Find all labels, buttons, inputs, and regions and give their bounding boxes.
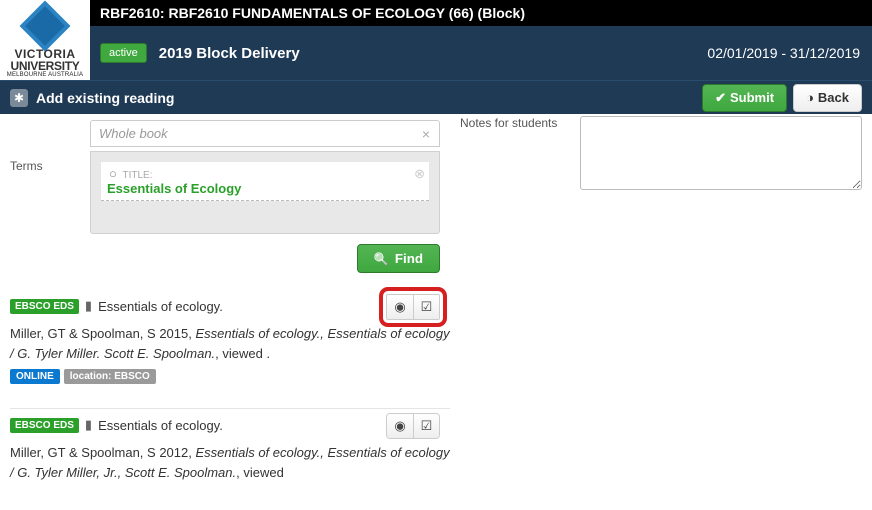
term-value[interactable]: Essentials of Ecology [107,181,241,196]
edit-icon [421,418,433,434]
view-online-button[interactable] [387,295,413,319]
document-label-spacer [10,120,90,147]
book-icon: ▮ [85,417,92,433]
notes-area: Notes for students [460,116,862,273]
date-range: 02/01/2019 - 31/12/2019 [707,45,860,61]
delivery-title: 2019 Block Delivery [159,45,300,62]
globe-icon [394,418,405,434]
edit-icon [421,299,433,315]
search-icon [374,251,389,266]
terms-box: ⊗ ○ TITLE: Essentials of Ecology [90,151,440,234]
location-tag: location: EBSCO [64,369,156,384]
logo-sub: MELBOURNE AUSTRALIA [7,72,84,78]
source-badge: EBSCO EDS [10,299,79,314]
toolbar: ✱ Add existing reading Submit Back [0,80,872,114]
term-chip: ⊗ ○ TITLE: Essentials of Ecology [101,162,429,201]
book-icon: ▮ [85,298,92,314]
back-label: Back [818,90,849,105]
asterisk-icon: ✱ [10,89,28,107]
search-result: EBSCO EDS ▮ Essentials of ecology. Mille… [10,408,450,500]
result-actions [386,294,440,320]
document-select[interactable]: Whole book [90,120,440,147]
terms-label: Terms [10,151,90,234]
notes-label: Notes for students [460,116,570,273]
result-title: Essentials of ecology. [98,299,223,314]
submit-label: Submit [730,90,774,105]
result-actions [386,413,440,439]
find-button[interactable]: Find [357,244,440,273]
submit-button[interactable]: Submit [702,84,787,112]
logo-block: VICTORIA UNIVERSITY MELBOURNE AUSTRALIA [0,0,90,80]
top-bar: RBF2610: RBF2610 FUNDAMENTALS OF ECOLOGY… [0,0,872,26]
select-result-button[interactable] [413,414,439,438]
term-field-label: TITLE: [122,170,152,181]
sub-bar: active 2019 Block Delivery 02/01/2019 - … [0,26,872,80]
search-result: EBSCO EDS ▮ Essentials of ecology. Mille… [10,289,450,402]
document-clear-icon[interactable]: × [422,126,430,142]
citation-text: Miller, GT & Spoolman, S 2015, Essential… [10,324,450,363]
back-icon [806,90,814,105]
toolbar-title: Add existing reading [36,90,174,106]
check-icon [715,90,726,106]
view-online-button[interactable] [387,414,413,438]
logo-line2: UNIVERSITY [10,60,79,72]
content-area: Whole book × Terms ⊗ ○ TITLE: Essentials… [0,114,872,283]
citation-text: Miller, GT & Spoolman, S 2012, Essential… [10,443,450,482]
notes-textarea[interactable] [580,116,862,190]
source-badge: EBSCO EDS [10,418,79,433]
term-bullet-icon: ○ [109,166,117,181]
search-form: Whole book × Terms ⊗ ○ TITLE: Essentials… [10,116,440,273]
logo-diamond-icon [20,1,71,52]
globe-icon [394,299,405,315]
online-tag: ONLINE [10,369,60,384]
term-remove-icon[interactable]: ⊗ [414,166,425,182]
find-label: Find [395,251,423,266]
result-title: Essentials of ecology. [98,418,223,433]
select-result-button[interactable] [413,295,439,319]
back-button[interactable]: Back [793,84,862,112]
status-badge: active [100,43,147,63]
